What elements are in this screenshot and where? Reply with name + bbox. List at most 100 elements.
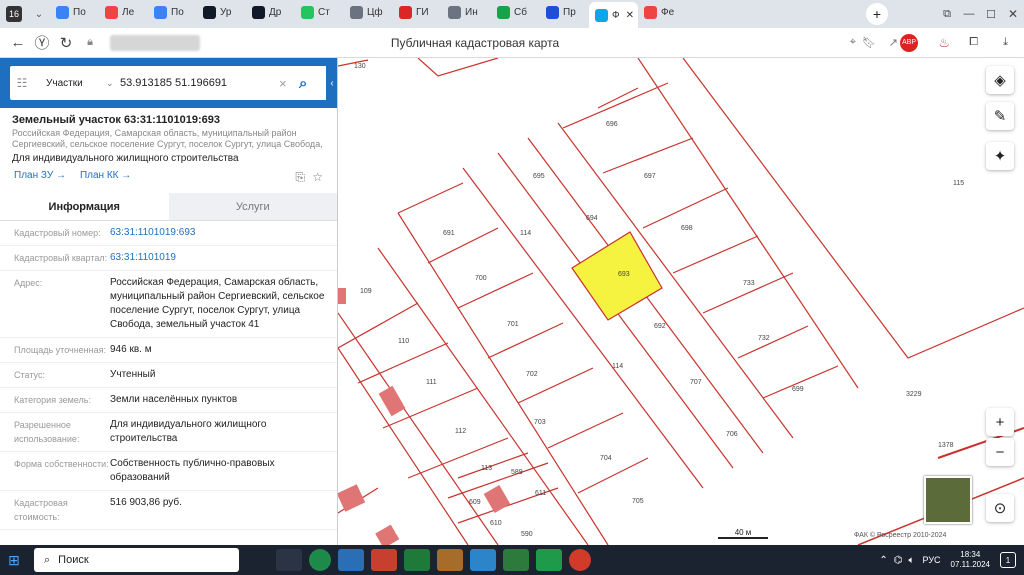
share-icon[interactable]: ↗ — [889, 36, 898, 49]
parcel-use: Для индивидуального жилищного строительс… — [12, 153, 239, 164]
taskbar-app[interactable] — [404, 549, 430, 571]
plan-zu-link[interactable]: План ЗУ → — [14, 170, 66, 181]
taskbar-app[interactable] — [276, 549, 302, 571]
basemap-switcher[interactable] — [924, 476, 972, 524]
attribute-list: Кадастровый номер: 63:31:1101019:693 Кадас… — [0, 221, 337, 530]
browser-tab[interactable]: Др — [246, 0, 295, 24]
taskbar-search[interactable]: ⌕ Поиск — [34, 548, 239, 572]
location-pin-button[interactable]: ⊙ — [986, 494, 1014, 522]
browser-tab[interactable]: Ур — [197, 0, 246, 24]
attribute-row: Статус: Учтенный — [0, 363, 337, 388]
parcel-number-label: 109 — [360, 288, 372, 295]
tab-favicon-icon — [448, 5, 461, 19]
tab-label: Ст — [318, 6, 330, 18]
collections-icon[interactable]: ⧉ — [936, 2, 958, 26]
attribute-key: Площадь уточненная: — [14, 345, 106, 355]
collapse-panel-button[interactable]: ‹ — [326, 58, 337, 108]
browser-tab[interactable]: ГИ — [393, 0, 442, 24]
clock-time: 18:34 — [960, 550, 981, 559]
notifications-icon[interactable]: 1 — [1000, 552, 1016, 568]
taskbar-app[interactable] — [569, 549, 591, 571]
minimize-icon[interactable]: — — [958, 2, 980, 26]
tab-services[interactable]: Услуги — [168, 193, 337, 220]
clear-icon[interactable]: × — [279, 76, 299, 91]
maximize-icon[interactable]: ☐ — [980, 2, 1002, 26]
browser-tab[interactable]: Ин — [442, 0, 491, 24]
taskbar-app[interactable] — [309, 549, 331, 571]
taskbar-app[interactable] — [503, 549, 529, 571]
tab-label: Пр — [563, 6, 576, 18]
attribute-value: 946 кв. м — [110, 344, 152, 355]
tab-favicon-icon — [497, 5, 510, 19]
network-icon[interactable]: ⌬ — [894, 555, 903, 566]
attribute-key: Разрешенное использование: — [14, 420, 80, 444]
browser-tab[interactable]: Пр — [540, 0, 589, 24]
tab-label: Др — [269, 6, 282, 18]
star-icon[interactable]: ☆ — [312, 170, 323, 184]
attribute-value[interactable]: 63:31:1101019:693 — [110, 226, 337, 240]
tray-chevron-icon[interactable]: ⌃ — [879, 555, 887, 566]
close-tab-icon[interactable]: ✕ — [626, 10, 634, 21]
parcel-number-label: 705 — [632, 498, 644, 505]
parcel-number-label: 589 — [511, 469, 523, 476]
taskbar-app[interactable] — [338, 549, 364, 571]
attribute-row: Кадастровая стоимость: 516 903,86 руб. — [0, 491, 337, 530]
tab-favicon-icon — [350, 5, 363, 19]
attribute-row: Категория земель: Земли населённых пункто… — [0, 388, 337, 413]
taskbar-app[interactable] — [470, 549, 496, 571]
browser-tab[interactable]: Фе — [638, 0, 687, 24]
cadastral-map[interactable]: 130 696 697 695 694 693 698 115 691 114 700 733 109 7… — [338, 58, 1024, 545]
extension-icon[interactable]: ♨ — [938, 35, 950, 51]
plan-kk-link[interactable]: План КК → — [80, 170, 131, 181]
browser-tab[interactable]: Ст — [295, 0, 344, 24]
browser-menu-button[interactable]: 16 — [0, 2, 28, 26]
browser-tab[interactable]: Ле — [99, 0, 148, 24]
search-input[interactable]: 53.913185 51.196691 — [120, 77, 279, 89]
bookmark-icon[interactable]: 🔖︎ — [862, 36, 876, 49]
report-icon[interactable]: ⎘ — [295, 170, 305, 185]
attribute-row: Кадастровый номер: 63:31:1101019:693 — [0, 221, 337, 246]
layers-icon[interactable]: ◈ — [986, 66, 1014, 94]
parcel-number-label: 130 — [354, 63, 366, 70]
close-window-icon[interactable]: ✕ — [1002, 2, 1024, 26]
tab-list-chevron-icon[interactable]: ⌄ — [28, 2, 50, 26]
adblock-icon[interactable]: ABP — [900, 33, 918, 52]
download-icon[interactable]: ⤓ — [1003, 36, 1008, 49]
chevron-down-icon[interactable]: ⌄ — [106, 78, 120, 89]
attribute-value[interactable]: 63:31:1101019 — [110, 251, 337, 265]
volume-icon[interactable]: 🔈︎ — [909, 555, 915, 566]
zoom-out-button[interactable]: − — [986, 438, 1014, 466]
menu-grid-icon[interactable]: ☷ — [10, 76, 34, 90]
taskbar-app[interactable] — [536, 549, 562, 571]
parcel-number-label: 693 — [618, 271, 630, 278]
address-bar: ← Ⓨ ↻ 🔒︎ Публичная кадастровая карта ⌖ 🔖… — [0, 28, 1024, 58]
extensions-puzzle-icon[interactable]: ⧠ — [969, 36, 978, 49]
tab-favicon-icon — [105, 5, 118, 19]
zoom-in-button[interactable]: + — [986, 408, 1014, 436]
taskbar-app[interactable] — [437, 549, 463, 571]
windows-start-icon[interactable]: ⊞ — [0, 546, 28, 574]
clock[interactable]: 18:34 07.11.2024 — [951, 550, 990, 570]
tab-label: По — [73, 6, 86, 18]
parcel-number-label: 590 — [521, 531, 533, 538]
locate-icon[interactable]: ✦ — [986, 142, 1014, 170]
parcel-title: Земельный участок 63:31:1101019:693 — [12, 114, 221, 126]
tab-label: Фе — [661, 6, 675, 18]
tab-information[interactable]: Информация — [0, 193, 169, 220]
attribute-value: Для индивидуального жилищного строительс… — [110, 419, 267, 444]
search-icon[interactable]: ⌕ — [299, 75, 327, 92]
browser-tab[interactable]: Цф — [344, 0, 393, 24]
browser-tab[interactable]: Сб — [491, 0, 540, 24]
parcel-number-label: 611 — [535, 490, 546, 497]
tab-favicon-icon — [399, 5, 412, 19]
browser-tab[interactable]: Ф ✕ — [589, 2, 638, 28]
location-pin-icon[interactable]: ⌖ — [850, 36, 856, 49]
browser-tab[interactable]: По — [148, 0, 197, 24]
map-canvas[interactable]: 130 696 697 695 694 693 698 115 691 114 700 733 109 7… — [338, 58, 1024, 545]
browser-tab[interactable]: По — [50, 0, 99, 24]
new-tab-button[interactable]: + — [866, 3, 888, 25]
taskbar-app[interactable] — [371, 549, 397, 571]
language-indicator[interactable]: РУС — [923, 555, 941, 565]
ruler-icon[interactable]: ✎ — [986, 102, 1014, 130]
category-select[interactable]: Участки — [34, 78, 106, 89]
